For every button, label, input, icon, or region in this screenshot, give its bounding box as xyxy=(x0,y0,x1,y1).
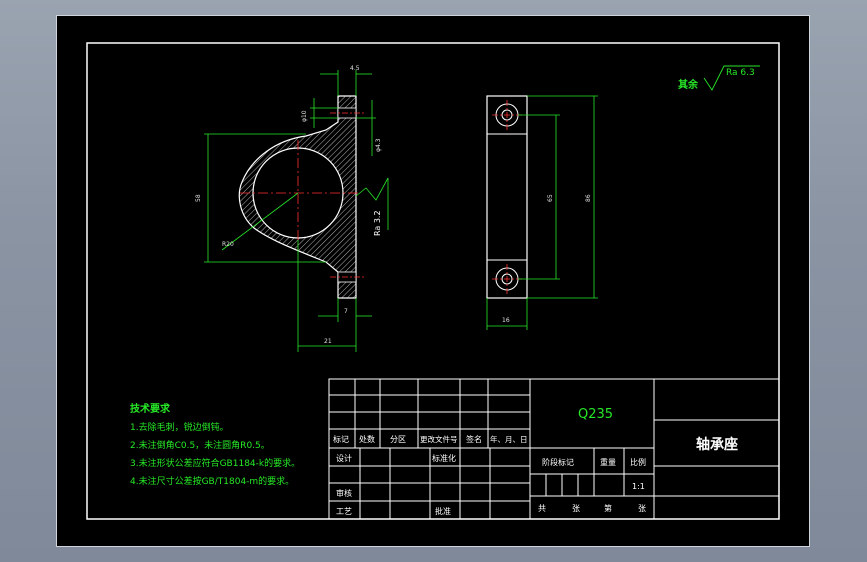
tech-item: 2.未注倒角C0.5，未注圆角R0.5。 xyxy=(130,439,270,451)
weight-label: 重量 xyxy=(600,457,616,467)
side-view: 65 86 16 xyxy=(486,95,598,330)
title-block: Q235 轴承座 标记 处数 分区 更改文件号 签名 年、月、日 设计 标准化 … xyxy=(328,378,780,520)
dim-top-slot: 4.5 xyxy=(350,65,360,72)
sheets-unit-label: 张 xyxy=(572,504,580,513)
dim-surface: Ra 3.2 xyxy=(373,210,382,236)
scale-value: 1:1 xyxy=(632,482,645,491)
header-cell: 标记 xyxy=(333,434,349,444)
sheet-number-label: 第 xyxy=(604,503,612,513)
sheet-unit-label: 张 xyxy=(638,504,646,513)
roughness-value: Ra 6.3 xyxy=(726,68,755,78)
roughness-symbol: 其余 Ra 6.3 xyxy=(678,65,760,91)
dim-width: 21 xyxy=(324,338,332,345)
dim-radius: R20 xyxy=(222,241,234,248)
front-section-view: 4.5 φ10 φ4.3 58 R20 Ra 3.2 7 21 xyxy=(195,65,389,352)
header-cell: 年、月、日 xyxy=(490,434,528,444)
header-cell: 更改文件号 xyxy=(420,434,458,444)
tech-title: 技术要求 xyxy=(130,402,171,415)
process-label: 工艺 xyxy=(336,507,352,516)
design-label: 设计 xyxy=(336,453,352,463)
stage-mark-label: 阶段标记 xyxy=(542,457,574,467)
dim-height: 58 xyxy=(195,194,202,202)
dim-bottom: 7 xyxy=(344,308,348,315)
scale-label: 比例 xyxy=(630,457,646,467)
header-cell: 签名 xyxy=(466,434,482,444)
tech-requirements: 技术要求 1.去除毛刺，锐边倒钝。 2.未注倒角C0.5，未注圆角R0.5。 3… xyxy=(130,402,300,487)
dim-side-width: 16 xyxy=(502,317,510,324)
dim-hole-spacing: 65 xyxy=(547,194,554,202)
technical-drawing: 4.5 φ10 φ4.3 58 R20 Ra 3.2 7 21 65 86 16… xyxy=(86,42,780,520)
sheets-total-label: 共 xyxy=(538,504,546,513)
roughness-label: 其余 xyxy=(678,78,699,91)
dim-side-height: 86 xyxy=(585,194,592,202)
approve-label: 批准 xyxy=(435,506,451,516)
dim-hole-dia: φ4.3 xyxy=(375,138,382,152)
header-cell: 分区 xyxy=(390,435,406,444)
standardization-label: 标准化 xyxy=(432,453,456,463)
part-name: 轴承座 xyxy=(696,436,738,453)
tech-item: 1.去除毛刺，锐边倒钝。 xyxy=(130,421,229,433)
review-label: 审核 xyxy=(336,488,352,498)
dim-bolt-dia: φ10 xyxy=(301,110,308,122)
material: Q235 xyxy=(578,407,613,422)
tech-item: 4.未注尺寸公差按GB/T1804-m的要求。 xyxy=(130,475,294,487)
tech-item: 3.未注形状公差应符合GB1184-k的要求。 xyxy=(130,457,300,469)
header-cell: 处数 xyxy=(359,434,375,444)
